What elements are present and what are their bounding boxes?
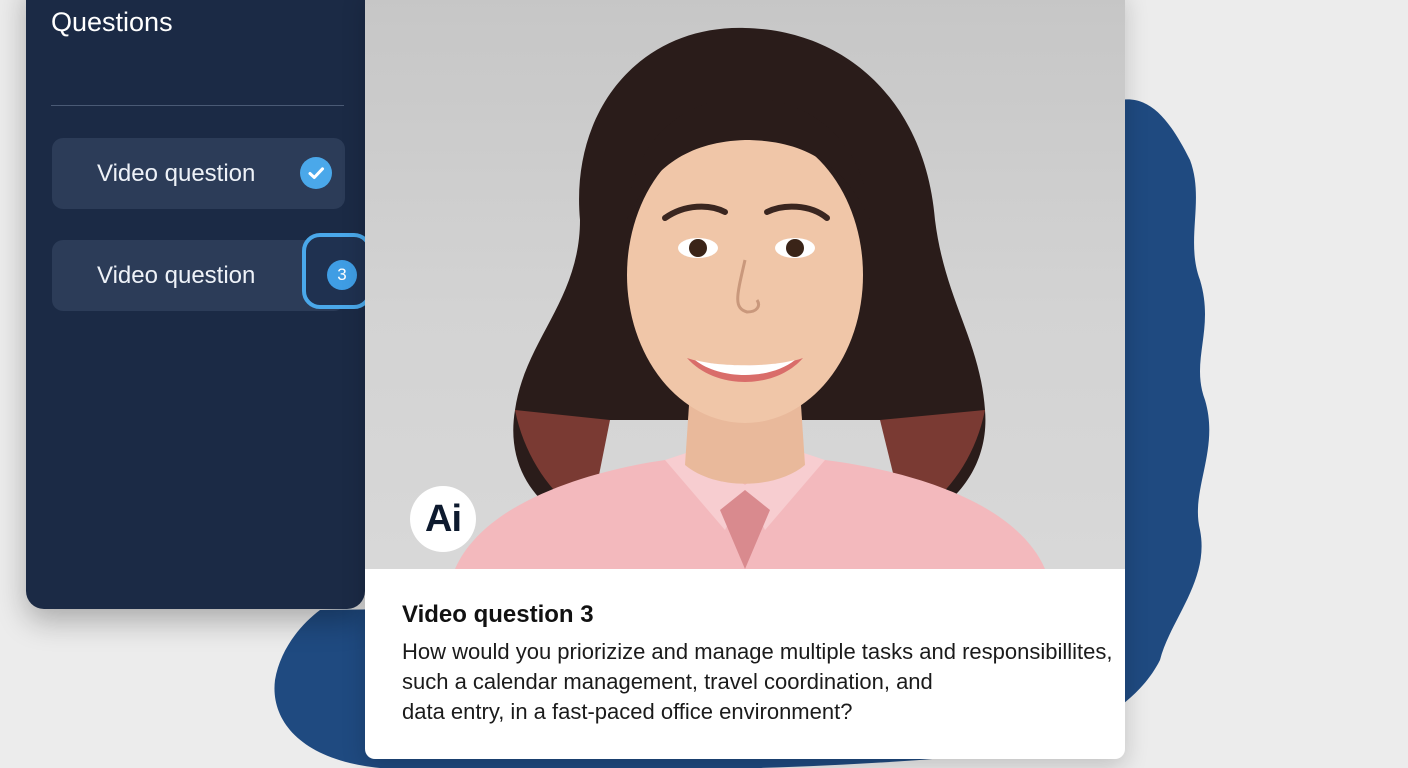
question-text-line: such a calendar management, travel coord…: [402, 669, 933, 694]
check-icon: [300, 157, 332, 189]
video-question-card: Ai Video question 3 How would you priori…: [365, 0, 1125, 759]
question-title: Video question 3: [402, 601, 594, 628]
sidebar-title: Questions: [51, 7, 173, 37]
video-preview[interactable]: Ai: [365, 0, 1125, 569]
question-item-label: Video question: [97, 160, 256, 187]
question-item-label: Video question: [97, 262, 256, 289]
question-number-badge: 3: [327, 260, 357, 290]
questions-sidebar: Questions Video question Video question …: [26, 0, 372, 609]
question-text-line: How would you priorizize and manage mult…: [402, 639, 1113, 664]
ai-logo: Ai: [410, 486, 476, 552]
current-question-highlight: 3: [302, 233, 372, 309]
question-item-completed[interactable]: Video question: [52, 138, 345, 209]
question-text: How would you priorizize and manage mult…: [402, 637, 1113, 727]
sidebar-divider: [51, 105, 344, 106]
question-item-current[interactable]: Video question 3: [52, 233, 372, 311]
question-text-line: data entry, in a fast-paced office envir…: [402, 699, 853, 724]
candidate-portrait-image: [455, 27, 1045, 569]
